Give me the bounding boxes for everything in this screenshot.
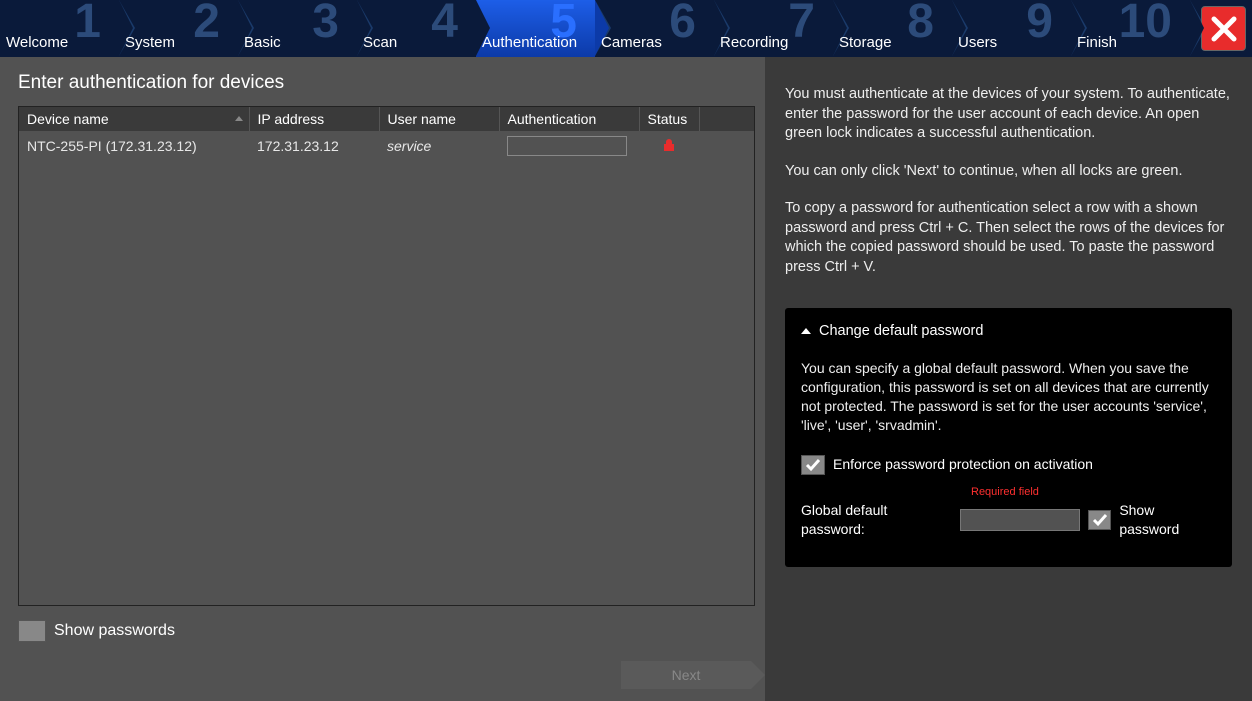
wizard-step-storage[interactable]: 8Storage: [833, 0, 952, 57]
wizard-step-authentication[interactable]: 5Authentication: [476, 0, 595, 57]
global-password-input[interactable]: [960, 509, 1080, 531]
col-device[interactable]: Device name: [19, 107, 249, 131]
step-number: 4: [431, 0, 458, 49]
page-title: Enter authentication for devices: [18, 72, 755, 94]
change-password-panel: Change default password You can specify …: [785, 308, 1232, 568]
show-passwords-label: Show passwords: [54, 622, 175, 640]
help-pane: You must authenticate at the devices of …: [765, 57, 1252, 701]
wizard-step-system[interactable]: 2System: [119, 0, 238, 57]
help-text-2: You can only click 'Next' to continue, w…: [785, 162, 1232, 182]
close-button[interactable]: [1201, 6, 1246, 51]
cell-device: NTC-255-PI (172.31.23.12): [19, 131, 249, 161]
wizard-step-basic[interactable]: 3Basic: [238, 0, 357, 57]
chevron-up-icon: [801, 328, 811, 334]
sort-asc-icon: [235, 116, 243, 121]
step-number: 9: [1026, 0, 1053, 49]
close-icon: [1208, 13, 1240, 45]
col-ip[interactable]: IP address: [249, 107, 379, 131]
step-number: 5: [550, 0, 577, 49]
step-label: System: [125, 34, 238, 51]
auth-input[interactable]: [507, 136, 627, 156]
wizard-step-welcome[interactable]: 1Welcome: [0, 0, 119, 57]
step-label: Scan: [363, 34, 476, 51]
panel-toggle[interactable]: Change default password: [801, 322, 1216, 342]
show-password-label: Show password: [1119, 501, 1216, 539]
cell-auth: [499, 131, 639, 161]
step-label: Recording: [720, 34, 833, 51]
step-number: 10: [1119, 0, 1172, 49]
panel-title: Change default password: [819, 322, 983, 342]
show-passwords-checkbox[interactable]: [18, 620, 46, 642]
required-field-label: Required field: [971, 485, 1216, 500]
show-password-checkbox[interactable]: [1088, 510, 1112, 530]
next-button[interactable]: Next: [621, 661, 751, 689]
cell-status: [639, 131, 699, 161]
step-label: Cameras: [601, 34, 714, 51]
wizard-step-scan[interactable]: 4Scan: [357, 0, 476, 57]
wizard-stepper: 1Welcome2System3Basic4Scan5Authenticatio…: [0, 0, 1252, 57]
step-number: 1: [74, 0, 101, 49]
cell-user: service: [379, 131, 499, 161]
step-label: Finish: [1077, 34, 1190, 51]
help-text-3: To copy a password for authentication se…: [785, 199, 1232, 277]
step-number: 6: [669, 0, 696, 49]
step-number: 3: [312, 0, 339, 49]
left-pane: Enter authentication for devices Device …: [0, 57, 765, 701]
enforce-label: Enforce password protection on activatio…: [833, 455, 1093, 474]
step-number: 2: [193, 0, 220, 49]
step-label: Basic: [244, 34, 357, 51]
global-password-label: Global default password:: [801, 501, 952, 539]
help-text-1: You must authenticate at the devices of …: [785, 85, 1232, 144]
step-label: Users: [958, 34, 1071, 51]
col-spacer: [699, 107, 754, 131]
wizard-step-finish[interactable]: 10Finish: [1071, 0, 1190, 57]
device-table: Device name IP address User name Authent…: [18, 106, 755, 606]
wizard-step-users[interactable]: 9Users: [952, 0, 1071, 57]
panel-body-text: You can specify a global default passwor…: [801, 359, 1216, 435]
wizard-step-cameras[interactable]: 6Cameras: [595, 0, 714, 57]
step-number: 8: [907, 0, 934, 49]
col-status[interactable]: Status: [639, 107, 699, 131]
col-auth[interactable]: Authentication: [499, 107, 639, 131]
step-label: Welcome: [6, 34, 119, 51]
enforce-checkbox[interactable]: [801, 455, 825, 475]
cell-ip: 172.31.23.12: [249, 131, 379, 161]
wizard-step-recording[interactable]: 7Recording: [714, 0, 833, 57]
table-row[interactable]: NTC-255-PI (172.31.23.12)172.31.23.12ser…: [19, 131, 754, 161]
step-number: 7: [788, 0, 815, 49]
lock-icon: [647, 138, 691, 152]
col-user[interactable]: User name: [379, 107, 499, 131]
step-label: Storage: [839, 34, 952, 51]
step-label: Authentication: [482, 34, 595, 51]
